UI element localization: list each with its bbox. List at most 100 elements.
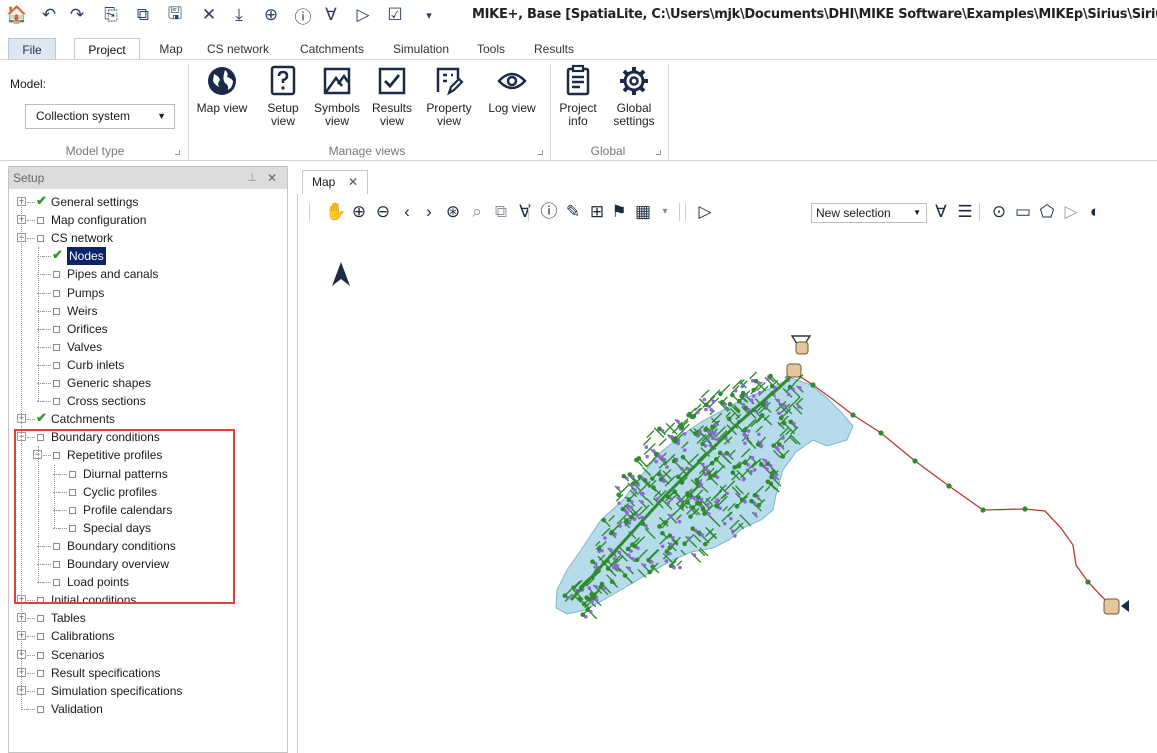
group-launcher-icon[interactable] bbox=[538, 150, 543, 155]
checkbox-icon[interactable]: ☑ bbox=[384, 4, 406, 26]
tab-catchments[interactable]: Catchments bbox=[292, 38, 372, 60]
clear-filter-icon[interactable]: ∀ bbox=[515, 202, 535, 222]
checkbox-icon[interactable] bbox=[37, 705, 44, 713]
dropdown-icon[interactable]: ▾ bbox=[655, 202, 675, 222]
results-view-button[interactable]: Results view bbox=[366, 64, 418, 128]
checkmark-icon[interactable]: ✔ bbox=[36, 409, 47, 427]
rectangle-select-icon[interactable]: ▭ bbox=[1013, 202, 1033, 222]
checkbox-icon[interactable] bbox=[37, 669, 44, 677]
contrast-icon[interactable]: ◐ bbox=[1085, 202, 1105, 222]
tab-file[interactable]: File bbox=[8, 38, 56, 60]
pan-layer-icon[interactable]: ⧉ bbox=[491, 202, 511, 222]
mouse-icon[interactable]: ⊙ bbox=[989, 202, 1009, 222]
tree-item[interactable]: + Tables bbox=[9, 609, 279, 627]
log-view-button[interactable]: Log view bbox=[484, 64, 540, 115]
tree-item[interactable]: + Scenarios bbox=[9, 646, 279, 664]
tree-item[interactable]: ✔ Nodes bbox=[9, 246, 279, 266]
tree-item[interactable]: Valves bbox=[9, 338, 279, 356]
globe-icon[interactable]: ⊕ bbox=[260, 4, 282, 26]
previous-extent-icon[interactable]: ‹ bbox=[397, 202, 417, 222]
checkbox-icon[interactable] bbox=[53, 398, 60, 406]
tree-item[interactable]: + Simulation specifications bbox=[9, 682, 279, 700]
undo-icon[interactable]: ↶ bbox=[38, 4, 60, 26]
checkmark-icon[interactable]: ✔ bbox=[52, 246, 63, 264]
checkbox-icon[interactable] bbox=[37, 235, 44, 243]
select-arrow-icon[interactable]: ▷ bbox=[695, 202, 715, 222]
tree-item[interactable]: + Result specifications bbox=[9, 664, 279, 682]
selection-clear-icon[interactable]: ▷ bbox=[352, 4, 374, 26]
model-dropdown[interactable]: Collection system ▼ bbox=[25, 104, 175, 129]
next-extent-icon[interactable]: › bbox=[419, 202, 439, 222]
new-icon[interactable]: ⎘ bbox=[100, 4, 122, 26]
checkbox-icon[interactable] bbox=[37, 651, 44, 659]
close-icon[interactable]: ✕ bbox=[348, 171, 358, 193]
tree-item[interactable]: − CS network bbox=[9, 229, 279, 247]
tree-item[interactable]: Pumps bbox=[9, 284, 279, 302]
checkbox-icon[interactable] bbox=[53, 289, 60, 297]
tree-item[interactable]: + Calibrations bbox=[9, 627, 279, 645]
deselect-icon[interactable]: ▷ bbox=[1061, 202, 1081, 222]
checkbox-icon[interactable] bbox=[53, 380, 60, 387]
checkbox-icon[interactable] bbox=[53, 325, 60, 333]
tree-item[interactable]: Validation bbox=[9, 700, 279, 718]
tree-item[interactable]: Orifices bbox=[9, 320, 279, 338]
tree-item[interactable]: + ✔ General settings bbox=[9, 193, 279, 211]
tree-item[interactable]: Cross sections bbox=[9, 392, 279, 410]
tab-simulation[interactable]: Simulation bbox=[386, 38, 456, 60]
tab-map[interactable]: Map bbox=[150, 38, 192, 60]
tab-cs-network[interactable]: CS network bbox=[198, 38, 278, 60]
property-view-button[interactable]: Property view bbox=[420, 64, 478, 128]
filter-clear-icon[interactable]: ∀ bbox=[320, 4, 342, 26]
polygon-select-icon[interactable]: ⬠ bbox=[1037, 202, 1057, 222]
group-launcher-icon[interactable] bbox=[656, 150, 661, 155]
open-icon[interactable]: ⧉ bbox=[132, 4, 154, 26]
pin-icon[interactable]: ⊥ bbox=[247, 167, 257, 189]
tab-results[interactable]: Results bbox=[526, 38, 582, 60]
redo-icon[interactable]: ↷ bbox=[66, 4, 88, 26]
tree-item[interactable]: + Map configuration bbox=[9, 211, 279, 229]
checkbox-icon[interactable] bbox=[37, 217, 44, 225]
tree-item[interactable]: Curb inlets bbox=[9, 356, 279, 374]
project-info-button[interactable]: Project info bbox=[553, 64, 603, 128]
map-canvas[interactable] bbox=[297, 194, 1157, 753]
customize-icon[interactable]: ▾ bbox=[418, 4, 440, 26]
tab-map-document[interactable]: Map ✕ bbox=[302, 170, 368, 194]
checkbox-icon[interactable] bbox=[37, 615, 44, 623]
checkbox-icon[interactable] bbox=[53, 343, 60, 351]
checkbox-icon[interactable] bbox=[37, 633, 44, 641]
filter-select-icon[interactable]: ∀ bbox=[931, 202, 951, 222]
checkmark-icon[interactable]: ✔ bbox=[36, 192, 47, 210]
pan-hand-icon[interactable]: ✋ bbox=[325, 202, 346, 222]
chart-icon[interactable]: ▦ bbox=[633, 202, 653, 222]
network-icon[interactable]: ⊞ bbox=[587, 202, 607, 222]
checkbox-icon[interactable] bbox=[53, 361, 60, 369]
symbols-view-button[interactable]: Symbols view bbox=[310, 64, 364, 128]
tree-item[interactable]: Weirs bbox=[9, 302, 279, 320]
app-icon[interactable]: 🏠 bbox=[6, 4, 28, 26]
checkbox-icon[interactable] bbox=[37, 687, 44, 695]
tab-tools[interactable]: Tools bbox=[468, 38, 514, 60]
tree-item[interactable]: Pipes and canals bbox=[9, 265, 279, 283]
close-icon[interactable]: ✕ bbox=[198, 4, 220, 26]
list-icon[interactable]: ☰ bbox=[955, 202, 975, 222]
setup-view-button[interactable]: Setup view bbox=[258, 64, 308, 128]
zoom-in-icon[interactable]: ⊕ bbox=[349, 202, 369, 222]
zoom-out-icon[interactable]: ⊖ bbox=[373, 202, 393, 222]
checkbox-icon[interactable] bbox=[53, 307, 60, 315]
tree-item[interactable]: + ✔ Catchments bbox=[9, 410, 279, 428]
selection-mode-dropdown[interactable]: New selection ▼ bbox=[811, 203, 927, 223]
info-icon[interactable]: ⓘ bbox=[292, 4, 314, 27]
identify-icon[interactable]: ⓘ bbox=[539, 202, 559, 222]
global-settings-button[interactable]: Global settings bbox=[608, 64, 660, 128]
group-launcher-icon[interactable] bbox=[175, 150, 180, 155]
import-icon[interactable]: ⤓ bbox=[228, 4, 250, 26]
save-icon[interactable]: 🖫 bbox=[164, 4, 186, 26]
flag-icon[interactable]: ⚑ bbox=[609, 202, 629, 222]
checkbox-icon[interactable] bbox=[53, 271, 60, 279]
zoom-layer-icon[interactable]: ⌕ bbox=[467, 202, 487, 222]
close-icon[interactable]: ✕ bbox=[267, 167, 277, 189]
map-view-button[interactable]: Map view bbox=[192, 64, 252, 115]
tab-project[interactable]: Project bbox=[74, 38, 140, 60]
edit-attributes-icon[interactable]: ✎ bbox=[563, 202, 583, 222]
full-extent-icon[interactable]: ⊛ bbox=[443, 202, 463, 222]
